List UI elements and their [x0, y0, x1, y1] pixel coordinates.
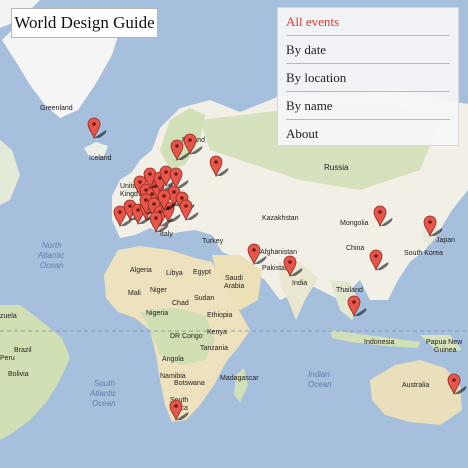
label-angola: Angola: [162, 356, 184, 363]
label-venezuela: zuela: [0, 313, 17, 320]
label-brazil: Brazil: [14, 347, 32, 354]
menu-item-all-events[interactable]: All events: [286, 8, 450, 36]
menu-item-by-location[interactable]: By location: [286, 64, 450, 92]
label-tanzania: Tanzania: [200, 345, 228, 352]
filter-menu: All events By date By location By name A…: [277, 7, 459, 146]
label-bolivia: Bolivia: [8, 371, 29, 378]
label-madagascar: Madagascar: [220, 375, 259, 382]
label-algeria: Algeria: [130, 267, 152, 274]
label-greenland: Greenland: [40, 105, 73, 112]
label-turkey: Turkey: [202, 238, 224, 245]
label-peru: Peru: [0, 355, 15, 362]
label-drc: DR Congo: [170, 333, 203, 340]
label-indian-ocean-2: Ocean: [308, 380, 332, 389]
label-italy: Italy: [160, 231, 173, 238]
label-india: India: [292, 280, 307, 287]
label-namibia: Namibia: [160, 373, 186, 380]
menu-item-by-name[interactable]: By name: [286, 92, 450, 120]
label-russia: Russia: [324, 163, 349, 172]
label-iceland: Iceland: [89, 155, 112, 162]
label-north-atlantic: North: [42, 241, 62, 250]
label-afghanistan: Afghanistan: [260, 249, 297, 256]
label-china: China: [346, 245, 364, 252]
label-north-atlantic-2: Atlantic: [37, 251, 64, 260]
menu-item-by-date[interactable]: By date: [286, 36, 450, 64]
label-japan: Japan: [436, 237, 455, 244]
label-papua-2: Guinea: [434, 347, 457, 354]
label-australia: Australia: [402, 382, 429, 389]
label-south-atlantic: South: [94, 379, 115, 388]
label-indonesia: Indonesia: [364, 339, 394, 346]
label-sudan: Sudan: [194, 295, 214, 302]
label-saudi-2: Arabia: [224, 283, 244, 290]
label-south-atlantic-2: Atlantic: [89, 389, 116, 398]
label-uk-2: Kingd: [120, 191, 138, 198]
label-nigeria: Nigeria: [146, 310, 168, 317]
app-title: World Design Guide: [11, 8, 158, 38]
label-chad: Chad: [172, 300, 189, 307]
label-botswana: Botswana: [174, 380, 205, 387]
label-egypt: Egypt: [193, 269, 211, 276]
label-mongolia: Mongolia: [340, 220, 369, 227]
label-kenya: Kenya: [207, 329, 227, 336]
menu-item-about[interactable]: About: [286, 120, 450, 147]
label-south-atlantic-3: Ocean: [92, 399, 116, 408]
label-libya: Libya: [166, 270, 183, 277]
label-north-atlantic-3: Ocean: [40, 261, 64, 270]
label-indian-ocean: Indian: [308, 370, 330, 379]
label-niger: Niger: [150, 287, 167, 294]
label-south-korea: South Korea: [404, 250, 443, 257]
label-papua: Papua New: [426, 339, 463, 346]
label-ethiopia: Ethiopia: [207, 312, 232, 319]
label-mali: Mali: [128, 290, 141, 297]
label-thailand: Thailand: [336, 287, 363, 294]
label-saudi: Saudi: [225, 275, 243, 282]
label-kazakhstan: Kazakhstan: [262, 215, 299, 222]
